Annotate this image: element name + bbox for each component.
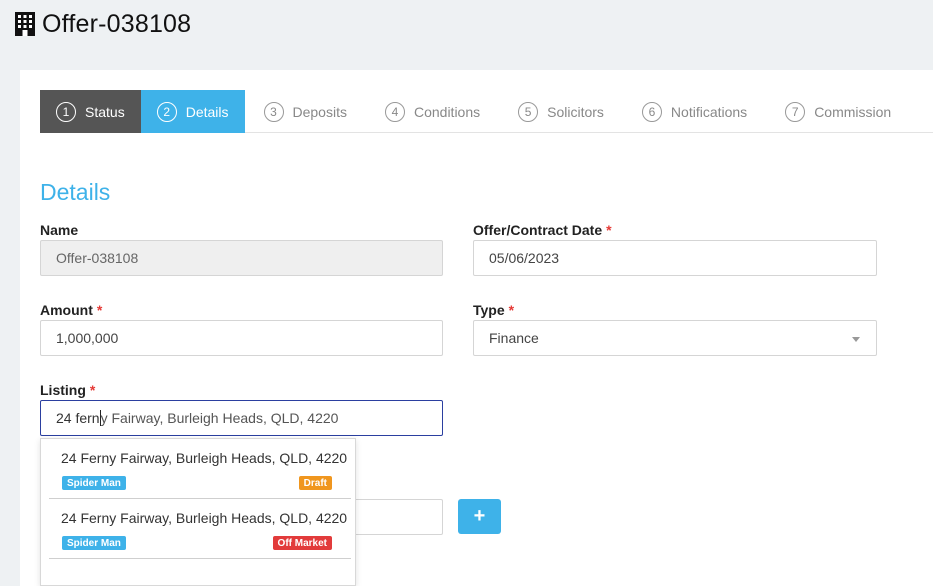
offer-panel: 1 Status 2 Details 3 Deposits 4 Conditio… (20, 70, 933, 586)
listing-typed-text: 24 fern (56, 410, 100, 426)
listing-label: Listing * (40, 382, 95, 398)
chevron-down-icon (852, 337, 860, 342)
listing-label-text: Listing (40, 382, 86, 398)
required-mark: * (508, 302, 515, 318)
listing-suggestions-dropdown: 24 Ferny Fairway, Burleigh Heads, QLD, 4… (40, 438, 356, 586)
date-field[interactable]: 05/06/2023 (473, 240, 877, 276)
step-label: Solicitors (547, 103, 604, 120)
step-number: 2 (156, 101, 177, 122)
suggestion-item[interactable]: 24 Ferny Fairway, Burleigh Heads, QLD, 4… (49, 439, 351, 499)
step-tabs: 1 Status 2 Details 3 Deposits 4 Conditio… (40, 90, 933, 133)
required-mark: * (96, 302, 103, 318)
status-badge: Draft (298, 476, 332, 490)
step-number: 4 (384, 101, 405, 122)
agent-badge: Spider Man (62, 536, 126, 550)
tab-details[interactable]: 2 Details (140, 90, 245, 133)
type-value: Finance (489, 330, 539, 346)
name-label-text: Name (40, 222, 79, 238)
plus-icon: + (473, 505, 486, 527)
name-value: Offer-038108 (56, 250, 139, 266)
listing-input[interactable]: 24 fern y Fairway, Burleigh Heads, QLD, 4… (40, 400, 443, 436)
section-title: Details (40, 179, 111, 205)
step-label: Status (85, 103, 125, 120)
tab-solicitors[interactable]: 5 Solicitors (499, 90, 623, 133)
type-select[interactable]: Finance (473, 320, 877, 356)
tab-notifications[interactable]: 6 Notifications (623, 90, 766, 133)
type-label-text: Type (473, 302, 505, 318)
tab-status[interactable]: 1 Status (40, 90, 141, 133)
building-icon (14, 11, 36, 37)
name-field: Offer-038108 (40, 240, 443, 276)
step-number: 3 (263, 101, 284, 122)
step-label: Commission (814, 103, 892, 120)
tab-deposits[interactable]: 3 Deposits (245, 90, 366, 133)
step-number: 7 (785, 101, 806, 122)
page-title: Offer-038108 (42, 9, 192, 38)
step-label: Details (185, 103, 229, 120)
page-header: Offer-038108 (14, 8, 191, 40)
amount-value: 1,000,000 (56, 330, 119, 346)
agent-badge: Spider Man (62, 476, 126, 490)
step-label: Notifications (670, 103, 748, 120)
date-value: 05/06/2023 (489, 250, 560, 266)
tab-conditions[interactable]: 4 Conditions (366, 90, 499, 133)
step-number: 6 (641, 101, 662, 122)
required-mark: * (606, 222, 612, 238)
listing-autocomplete-text: y Fairway, Burleigh Heads, QLD, 4220 (100, 410, 339, 426)
step-label: Conditions (413, 103, 481, 120)
date-label-text: Offer/Contract Date (473, 222, 603, 238)
suggestion-address: 24 Ferny Fairway, Burleigh Heads, QLD, 4… (61, 510, 348, 526)
status-badge: Off Market (272, 536, 332, 550)
amount-label-text: Amount (40, 302, 93, 318)
suggestion-item[interactable]: 24 Ferny Fairway, Burleigh Heads, QLD, 4… (49, 499, 351, 559)
required-mark: * (89, 382, 96, 398)
step-label: Deposits (292, 103, 347, 120)
step-number: 5 (518, 101, 539, 122)
suggestion-address: 24 Ferny Fairway, Burleigh Heads, QLD, 4… (61, 450, 348, 466)
add-button[interactable]: + (458, 499, 501, 534)
type-label: Type * (473, 302, 514, 318)
date-label: Offer/Contract Date * (473, 222, 612, 238)
tab-commission[interactable]: 7 Commission (766, 90, 910, 133)
name-label: Name (40, 222, 78, 238)
step-number: 1 (56, 101, 76, 122)
amount-field[interactable]: 1,000,000 (40, 320, 443, 356)
amount-label: Amount * (40, 302, 102, 318)
